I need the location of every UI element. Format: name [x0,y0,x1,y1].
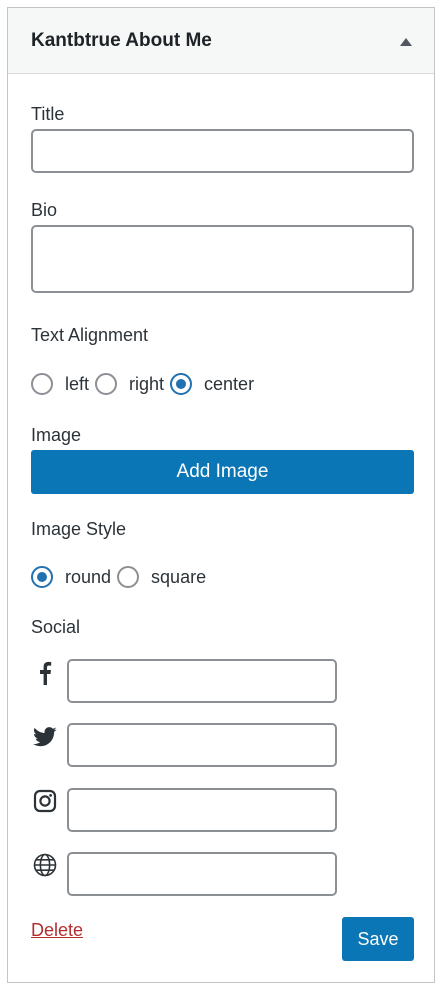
widget-title: Kantbtrue About Me [31,30,212,51]
image-label: Image [31,425,82,445]
text-alignment-label: Text Alignment [31,325,149,345]
radio-square[interactable] [117,566,140,588]
instagram-url-input[interactable] [67,788,337,832]
bio-textarea[interactable] [31,225,414,293]
radio-square-label: square [151,566,207,587]
radio-round[interactable] [31,566,53,588]
save-button[interactable]: Save [342,917,414,961]
facebook-icon [33,661,57,685]
radio-right[interactable] [95,373,118,395]
radio-right-label: right [129,373,165,394]
widget-panel: Kantbtrue About Me Title Bio Text Alignm… [7,7,435,983]
radio-round-label: round [65,566,112,587]
image-style-radio-group: round square [31,566,212,588]
globe-icon [33,853,57,877]
widget-header[interactable]: Kantbtrue About Me [8,8,434,74]
add-image-button[interactable]: Add Image [31,450,414,494]
title-input[interactable] [31,129,414,173]
title-label: Title [31,104,65,124]
social-label: Social [31,617,81,637]
radio-center-label: center [204,373,255,394]
delete-link[interactable]: Delete [31,920,83,941]
website-url-input[interactable] [67,852,337,896]
image-style-label: Image Style [31,519,127,539]
collapse-arrow-icon[interactable] [400,38,412,46]
facebook-url-input[interactable] [67,659,337,703]
bio-label: Bio [31,200,58,220]
radio-left-label: left [65,373,90,394]
instagram-icon [33,789,57,813]
radio-center[interactable] [170,373,193,395]
text-alignment-radio-group: left right center [31,373,260,395]
radio-left[interactable] [31,373,53,395]
twitter-url-input[interactable] [67,723,337,767]
twitter-icon [33,725,57,749]
